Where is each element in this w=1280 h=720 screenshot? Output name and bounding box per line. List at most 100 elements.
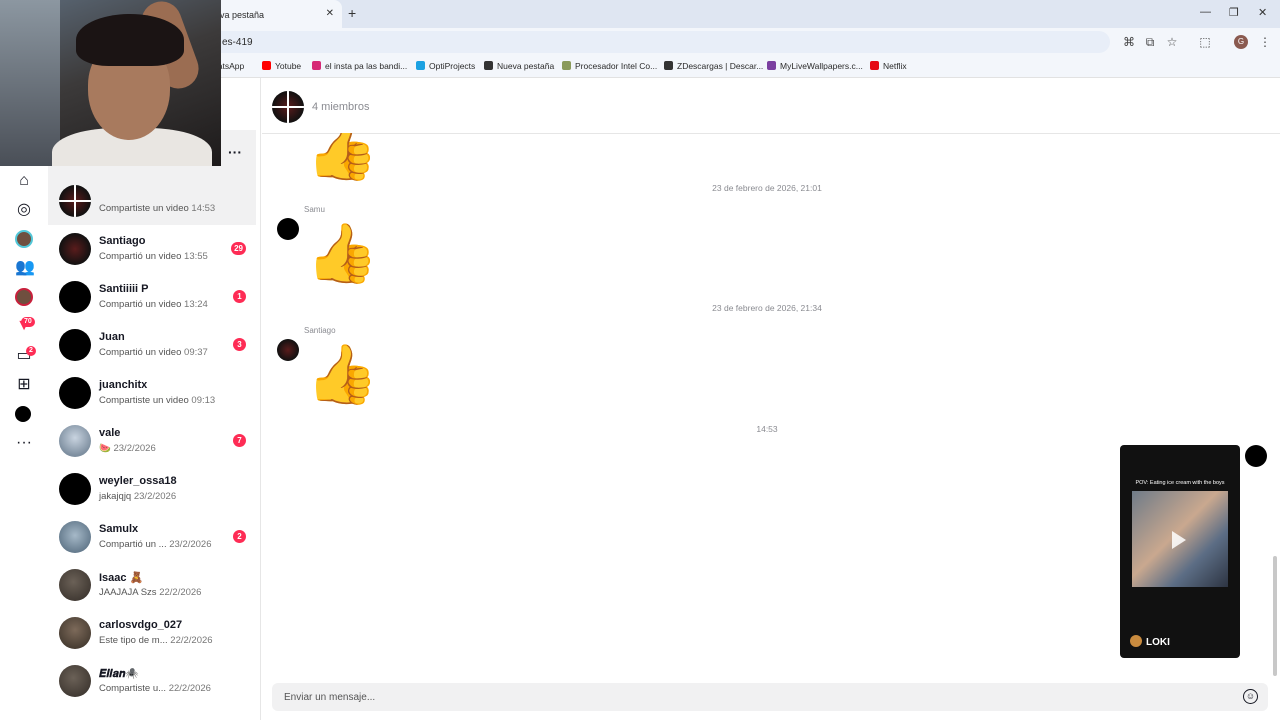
conversation-name: Samulx [99, 523, 139, 535]
conversation-avatar [59, 233, 91, 265]
conversation-avatar [59, 473, 91, 505]
extensions-icon[interactable]: ⬚ [1198, 35, 1212, 49]
thumbs-up-message: 👍 [306, 221, 379, 286]
conversation-avatar [59, 617, 91, 649]
conversation-name: Santiago [99, 235, 146, 247]
conversation-preview: Compartió un video 13:24 [99, 299, 208, 310]
friends-avatar-icon[interactable] [15, 288, 33, 306]
bookmark-item[interactable]: ZDescargas | Descar... [664, 61, 763, 71]
more-options-icon[interactable]: ··· [228, 144, 242, 160]
conversation-item[interactable]: Juan Compartió un video 09:37 3 [48, 321, 256, 369]
conversation-preview: JAAJAJA Szs 22/2/2026 [99, 587, 202, 598]
conversation-preview: Compartió un video 09:37 [99, 347, 208, 358]
address-input[interactable]: es-419 [210, 31, 1110, 53]
upload-icon[interactable]: ⊞ [15, 376, 33, 394]
sender-avatar[interactable] [277, 339, 299, 361]
install-app-icon[interactable]: ⧉ [1143, 35, 1157, 49]
shared-video-card[interactable]: POV: Eating ice cream with the boys LOKI [1120, 445, 1240, 658]
more-icon[interactable]: ··· [15, 434, 33, 452]
message-input[interactable] [284, 689, 1184, 705]
browser-tab[interactable]: va pestaña ✕ [200, 0, 342, 28]
bookmark-item[interactable]: OptiProjects [416, 61, 475, 71]
bookmark-favicon-icon [870, 61, 879, 70]
inbox-badge: 70 [21, 317, 35, 327]
following-icon[interactable]: 👥 [15, 259, 35, 277]
bookmark-favicon-icon [767, 61, 776, 70]
conversation-item[interactable]: juanchitx Compartiste un video 09:13 [48, 369, 256, 417]
close-tab-icon[interactable]: ✕ [326, 8, 334, 19]
bookmark-item[interactable]: MyLiveWallpapers.c... [767, 61, 863, 71]
conversation-time: 14:53 [191, 203, 216, 214]
conversation-item[interactable]: carlosvdgo_027 Este tipo de m... 22/2/202… [48, 609, 256, 657]
play-icon[interactable] [1172, 531, 1186, 549]
conversation-time: 23/2/2026 [133, 491, 177, 502]
profile-icon[interactable] [15, 406, 31, 422]
minimize-icon[interactable]: — [1200, 6, 1211, 18]
profile-avatar[interactable]: G [1234, 35, 1248, 49]
members-count[interactable]: 4 miembros [312, 101, 369, 113]
bookmark-item[interactable]: Netflix [870, 61, 907, 71]
conversation-item[interactable]: Santiiiii P Compartió un video 13:24 1 [48, 273, 256, 321]
emoji-icon[interactable]: ☺ [1243, 689, 1258, 704]
messages-badge: 2 [26, 346, 36, 356]
conversation-avatar [59, 185, 91, 217]
conversation-time: 23/2/2026 [113, 443, 156, 454]
conversation-avatar [59, 281, 91, 313]
conversation-time: 22/2/2026 [168, 683, 211, 694]
conversation-time: 09:37 [184, 347, 208, 358]
conversation-item[interactable]: Compartiste un video 14:53 [48, 177, 256, 225]
sender-name: Santiago [304, 326, 336, 335]
conversation-item[interactable]: Samulx Compartió un ... 23/2/2026 2 [48, 513, 256, 561]
sender-avatar[interactable] [277, 218, 299, 240]
message-composer: ☺ [272, 683, 1268, 711]
conversation-item[interactable]: weyler_ossa18 jakajqjq 23/2/2026 [48, 465, 256, 513]
bookmark-item[interactable]: Yotube [262, 61, 301, 71]
kebab-menu-icon[interactable]: ⋮ [1258, 35, 1272, 49]
restore-icon[interactable]: ❐ [1229, 6, 1239, 19]
conversation-name: Isaac 🧸 [99, 572, 144, 584]
bookmark-item[interactable]: Procesador Intel Co... [562, 61, 657, 71]
translate-icon[interactable]: ⌘ [1122, 35, 1136, 49]
group-avatar[interactable] [272, 91, 304, 123]
bookmark-favicon-icon [312, 61, 321, 70]
conversation-time: 22/2/2026 [170, 635, 213, 646]
explore-icon[interactable]: ◎ [15, 201, 33, 219]
conversation-name: juanchitx [99, 379, 148, 391]
bookmark-item[interactable]: el insta pa las bandi... [312, 61, 407, 71]
conversation-avatar [59, 377, 91, 409]
conversation-preview: Compartiste un video 09:13 [99, 395, 216, 406]
tab-title: va pestaña [220, 10, 265, 20]
live-avatar-icon[interactable] [15, 230, 33, 248]
chat-pane: 4 miembros 👍 23 de febrero de 2026, 21:0… [262, 78, 1280, 720]
conversation-item[interactable]: Isaac 🧸 JAAJAJA Szs 22/2/2026 [48, 561, 256, 609]
conversation-preview: 🍉 23/2/2026 [99, 443, 156, 454]
close-window-icon[interactable]: ✕ [1258, 6, 1267, 19]
conversation-name: carlosvdgo_027 [99, 619, 183, 631]
unread-badge: 3 [233, 338, 246, 351]
conversation-avatar [59, 569, 91, 601]
conversation-preview: Compartiste un video 14:53 [99, 203, 216, 214]
home-icon[interactable]: ⌂ [15, 172, 33, 190]
bookmark-favicon-icon [562, 61, 571, 70]
conversation-item[interactable]: 𝑬𝒍𝒊𝒂𝒏🕷️ Compartiste u... 22/2/2026 [48, 657, 256, 705]
icon-navigation: ⌂ ◎ 👥 ▼ 70 ▭ 2 ⊞ ··· [0, 166, 48, 720]
conversation-avatar [59, 665, 91, 697]
author-avatar [1130, 635, 1142, 647]
bookmark-favicon-icon [484, 61, 493, 70]
conversation-time: 23/2/2026 [169, 539, 212, 550]
conversation-list: ··· Compartiste un video 14:53 Santiago Co… [48, 78, 261, 720]
bookmark-item[interactable]: Nueva pestaña [484, 61, 554, 71]
scrollbar[interactable] [1273, 556, 1277, 676]
bookmark-star-icon[interactable]: ☆ [1165, 35, 1179, 49]
my-avatar[interactable] [1245, 445, 1267, 467]
conversation-preview: Compartió un video 13:55 [99, 251, 208, 262]
conversation-item[interactable]: vale 🍉 23/2/2026 7 [48, 417, 256, 465]
new-tab-icon[interactable]: + [348, 5, 356, 21]
conversation-avatar [59, 425, 91, 457]
conversation-item[interactable]: Santiago Compartió un video 13:55 29 [48, 225, 256, 273]
conversation-time: 13:24 [184, 299, 208, 310]
thumbs-up-message: 👍 [306, 342, 379, 407]
conversation-time: 13:55 [184, 251, 208, 262]
timestamp: 23 de febrero de 2026, 21:01 [712, 183, 822, 193]
conversation-avatar [59, 521, 91, 553]
